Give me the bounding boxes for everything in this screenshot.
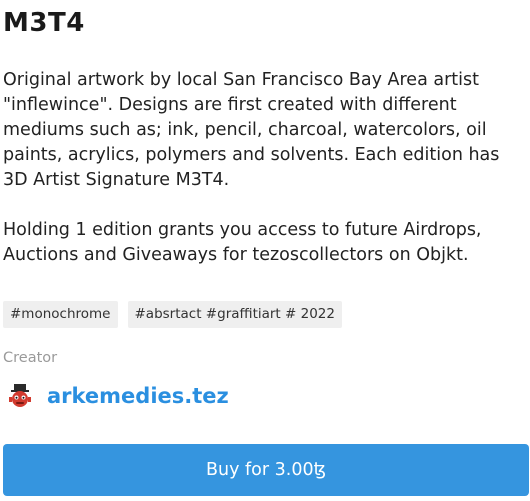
creator-row[interactable]: arkemedies.tez bbox=[3, 383, 530, 409]
description-paragraph: Holding 1 edition grants you access to f… bbox=[3, 220, 482, 265]
token-detail-panel: M3T4 Original artwork by local San Franc… bbox=[0, 0, 530, 501]
tag-monochrome[interactable]: #monochrome bbox=[3, 301, 118, 328]
buy-button[interactable]: Buy for 3.00ꜩ bbox=[3, 444, 529, 496]
tag-abstract-graffitiart-2022[interactable]: #absrtact #graffitiart # 2022 bbox=[127, 301, 342, 328]
creator-label: Creator bbox=[3, 350, 58, 366]
token-description: Original artwork by local San Francisco … bbox=[3, 68, 523, 268]
creator-avatar-icon[interactable] bbox=[7, 383, 33, 409]
creator-name-link[interactable]: arkemedies.tez bbox=[47, 383, 229, 409]
token-title: M3T4 bbox=[3, 8, 85, 38]
description-paragraph: Original artwork by local San Francisco … bbox=[3, 70, 500, 190]
tag-list: #monochrome #absrtact #graffitiart # 202… bbox=[3, 301, 530, 328]
